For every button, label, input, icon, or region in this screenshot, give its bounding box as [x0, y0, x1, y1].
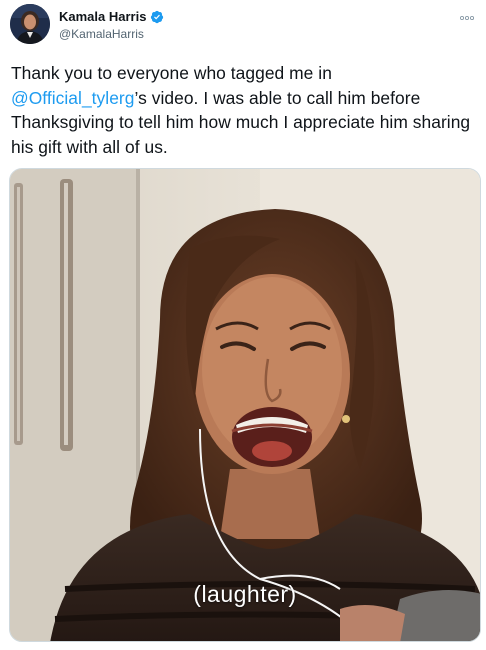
verified-badge-icon — [150, 10, 164, 24]
tweet-card: Kamala Harris @KamalaHarris Thank you to… — [0, 0, 486, 650]
tweet-text: Thank you to everyone who tagged me in @O… — [11, 61, 481, 159]
name-row: Kamala Harris — [59, 9, 164, 25]
more-options-icon — [460, 15, 474, 21]
mention-link[interactable]: @Official_tylerg — [11, 88, 135, 108]
video-caption: (laughter) — [193, 581, 297, 607]
author-display-name[interactable]: Kamala Harris — [59, 9, 146, 25]
video-player[interactable]: (laughter) — [9, 168, 481, 642]
video-frame — [10, 169, 480, 641]
avatar[interactable] — [10, 4, 50, 44]
author-info: Kamala Harris @KamalaHarris — [59, 9, 164, 42]
author-handle[interactable]: @KamalaHarris — [59, 26, 164, 42]
more-options-button[interactable] — [456, 10, 478, 26]
avatar-image — [10, 4, 50, 44]
tweet-text-before: Thank you to everyone who tagged me in — [11, 63, 332, 83]
